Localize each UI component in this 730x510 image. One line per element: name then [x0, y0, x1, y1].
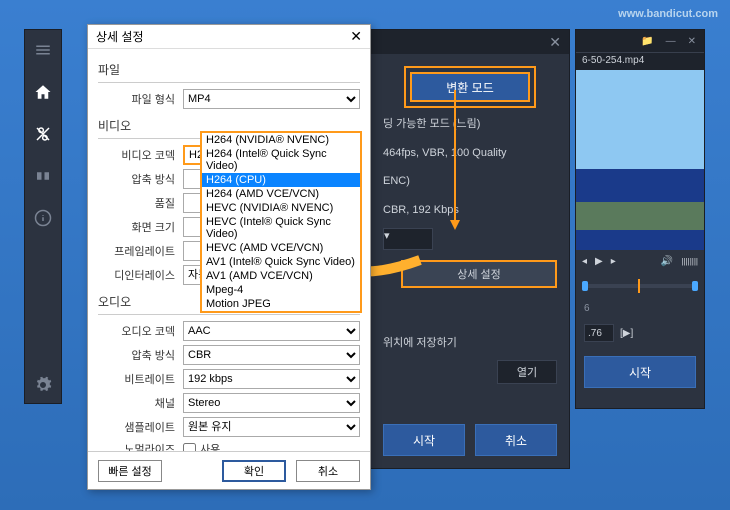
playback-controls: ◂ ▶ ▸ 🔊 ||||||||: [576, 250, 704, 273]
resolution-label: 화면 크기: [98, 219, 183, 235]
codec-option[interactable]: Motion JPEG: [202, 297, 360, 311]
gear-icon[interactable]: [24, 370, 62, 400]
save-location-label: 위치에 저장하기: [371, 324, 569, 360]
trim-left-handle[interactable]: [582, 281, 588, 291]
minimize-icon[interactable]: —: [666, 36, 676, 47]
samplerate-select[interactable]: 원본 유지: [183, 417, 360, 437]
video-info-text: 464fps, VBR, 100 Quality: [371, 139, 569, 168]
samplerate-label: 샘플레이트: [98, 419, 183, 435]
next-frame-icon[interactable]: ▸: [611, 256, 616, 267]
a-compression-label: 압축 방식: [98, 347, 183, 363]
video-codec-label: 비디오 코덱: [98, 147, 183, 163]
preview-thumbnail[interactable]: [576, 70, 704, 250]
preview-filename: 6-50-254.mp4: [576, 52, 704, 70]
detail-settings-button[interactable]: 상세 설정: [401, 260, 557, 288]
audio-codec-label: 오디오 코덱: [98, 323, 183, 339]
mode-info-text: 딩 가능한 모드 (느림): [371, 110, 569, 139]
codec-option[interactable]: HEVC (AMD VCE/VCN): [202, 241, 360, 255]
open-folder-button[interactable]: 열기: [497, 360, 557, 384]
join-icon[interactable]: [33, 166, 53, 186]
convert-titlebar: ✕: [371, 30, 569, 54]
framerate-label: 프레임레이트: [98, 243, 183, 259]
codec-option[interactable]: H264 (NVIDIA® NVENC): [202, 133, 360, 147]
audio-codec-select[interactable]: AAC: [183, 321, 360, 341]
folder-icon[interactable]: 📁: [641, 36, 653, 47]
prev-frame-icon[interactable]: ◂: [582, 256, 587, 267]
compression-label: 압축 방식: [98, 171, 183, 187]
convert-mode-button[interactable]: 변환 모드: [410, 72, 530, 102]
close-icon[interactable]: ✕: [549, 34, 561, 51]
bitrate-select[interactable]: 192 kbps: [183, 369, 360, 389]
audio-compression-select[interactable]: CBR: [183, 345, 360, 365]
codec-option[interactable]: H264 (AMD VCE/VCN): [202, 187, 360, 201]
trim-slider[interactable]: [582, 279, 698, 293]
bracket-in-icon[interactable]: [▶]: [620, 328, 633, 339]
audio-info-text: CBR, 192 Kbps: [371, 196, 569, 225]
info-icon[interactable]: [33, 208, 53, 228]
main-sidebar: [24, 29, 62, 404]
codec-option[interactable]: H264 (Intel® Quick Sync Video): [202, 147, 360, 173]
codec-option[interactable]: Mpeg-4: [202, 283, 360, 297]
quality-label: 품질: [98, 195, 183, 211]
segment-count: 6: [576, 299, 704, 318]
speed-input[interactable]: [584, 324, 614, 342]
convert-cancel-button[interactable]: 취소: [475, 424, 557, 456]
menu-icon[interactable]: [33, 40, 53, 60]
convert-panel: ✕ 변환 모드 딩 가능한 모드 (느림) 464fps, VBR, 100 Q…: [370, 29, 570, 469]
cancel-button[interactable]: 취소: [296, 460, 360, 482]
dialog-titlebar: 상세 설정 ✕: [88, 25, 370, 49]
video-codec-dropdown-list[interactable]: H264 (NVIDIA® NVENC)H264 (Intel® Quick S…: [200, 131, 362, 313]
close-icon[interactable]: ✕: [350, 28, 362, 45]
codec-option[interactable]: H264 (CPU): [202, 173, 360, 187]
ok-button[interactable]: 확인: [222, 460, 286, 482]
file-format-select[interactable]: MP4: [183, 89, 360, 109]
section-file-label: 파일: [98, 61, 360, 78]
encoder-info-text: ENC): [371, 167, 569, 196]
home-icon[interactable]: [33, 82, 53, 102]
cut-icon[interactable]: [33, 124, 53, 144]
normalize-use-label: 사용: [200, 441, 220, 451]
playhead[interactable]: [638, 279, 640, 293]
codec-option[interactable]: HEVC (Intel® Quick Sync Video): [202, 215, 360, 241]
codec-option[interactable]: AV1 (AMD VCE/VCN): [202, 269, 360, 283]
convert-start-button[interactable]: 시작: [383, 424, 465, 456]
bitrate-label: 비트레이트: [98, 371, 183, 387]
deinterlace-label: 디인터레이스: [98, 267, 183, 283]
channel-select[interactable]: Stereo: [183, 393, 360, 413]
quick-settings-button[interactable]: 빠른 설정: [98, 460, 162, 482]
file-format-label: 파일 형식: [98, 91, 183, 107]
play-icon[interactable]: ▶: [595, 256, 603, 267]
trim-right-handle[interactable]: [692, 281, 698, 291]
preview-titlebar: 📁 — ✕: [576, 30, 704, 52]
preview-start-button[interactable]: 시작: [584, 356, 696, 388]
channel-label: 채널: [98, 395, 183, 411]
volume-icon[interactable]: 🔊: [661, 256, 673, 267]
format-select-small[interactable]: ▾: [383, 228, 433, 250]
normalize-label: 노멀라이즈: [98, 441, 183, 451]
dialog-footer: 빠른 설정 확인 취소: [88, 451, 370, 489]
close-icon[interactable]: ✕: [688, 36, 696, 47]
codec-option[interactable]: HEVC (NVIDIA® NVENC): [202, 201, 360, 215]
codec-option[interactable]: AV1 (Intel® Quick Sync Video): [202, 255, 360, 269]
watermark: www.bandicut.com: [618, 8, 718, 20]
normalize-checkbox[interactable]: [183, 443, 196, 452]
preview-window: 📁 — ✕ 6-50-254.mp4 ◂ ▶ ▸ 🔊 |||||||| 6 [▶…: [575, 29, 705, 409]
dialog-title: 상세 설정: [96, 28, 144, 45]
